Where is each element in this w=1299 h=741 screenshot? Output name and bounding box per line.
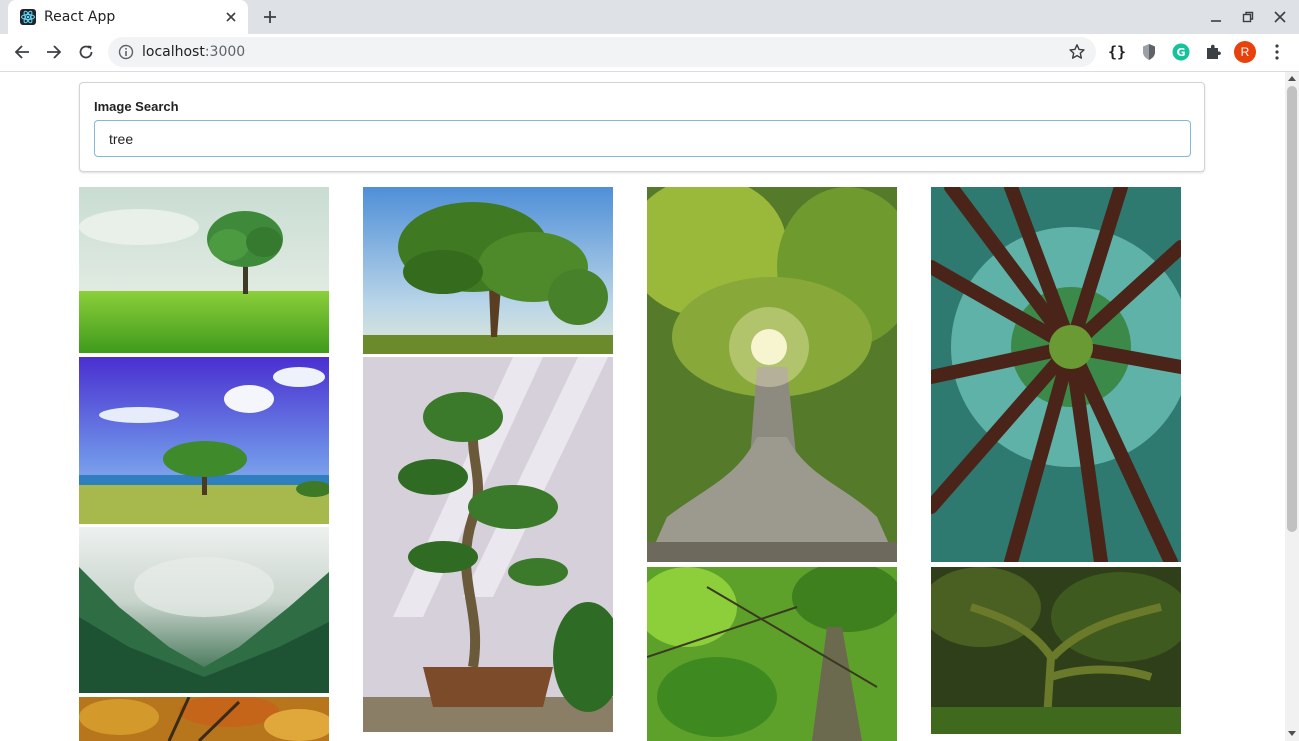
- svg-text:G: G: [1176, 46, 1185, 59]
- close-icon[interactable]: [1271, 8, 1289, 26]
- bonsai-tree-image: [363, 357, 613, 732]
- result-image[interactable]: [931, 187, 1181, 562]
- tab-title: React App: [44, 9, 116, 25]
- scrollbar-thumb[interactable]: [1287, 86, 1297, 532]
- shield-icon[interactable]: [1139, 42, 1159, 62]
- plus-icon[interactable]: [258, 6, 282, 28]
- green-leaves-trunk-image: [647, 567, 897, 741]
- result-image[interactable]: [79, 357, 329, 524]
- kebab-menu-icon[interactable]: [1268, 42, 1286, 62]
- braces-icon[interactable]: {}: [1107, 42, 1127, 62]
- search-input[interactable]: [94, 120, 1191, 157]
- svg-text:{}: {}: [1108, 43, 1126, 61]
- autumn-foliage-image: [79, 697, 329, 741]
- arrow-left-icon[interactable]: [10, 40, 34, 64]
- spreading-tree-image: [363, 187, 613, 354]
- puzzle-icon[interactable]: [1203, 42, 1223, 62]
- mossy-forest-tree-image: [931, 567, 1181, 734]
- giant-tree-roots-image: [647, 187, 897, 562]
- result-image[interactable]: [363, 357, 613, 732]
- grammarly-icon[interactable]: G: [1171, 42, 1191, 62]
- result-image[interactable]: [79, 187, 329, 353]
- search-label: Image Search: [94, 99, 179, 114]
- url-host: localhost: [142, 44, 205, 60]
- page-viewport: Image Search: [0, 72, 1285, 741]
- result-image[interactable]: [647, 187, 897, 562]
- result-image[interactable]: [79, 697, 329, 741]
- result-image[interactable]: [931, 567, 1181, 734]
- result-image[interactable]: [363, 187, 613, 354]
- restore-icon[interactable]: [1239, 8, 1257, 26]
- reload-icon[interactable]: [74, 40, 98, 64]
- close-icon[interactable]: [220, 6, 242, 28]
- scroll-down-icon[interactable]: [1288, 731, 1296, 736]
- arrow-right-icon[interactable]: [42, 40, 66, 64]
- star-icon[interactable]: [1068, 43, 1086, 61]
- info-icon[interactable]: [118, 44, 134, 60]
- lone-tree-field-image: [79, 187, 329, 353]
- react-icon: [20, 9, 36, 25]
- misty-forest-image: [79, 527, 329, 693]
- tab-strip: React App: [0, 0, 1299, 34]
- beach-tree-image: [79, 357, 329, 524]
- search-card: Image Search: [79, 82, 1205, 172]
- url-text: localhost:3000: [142, 44, 245, 60]
- url-port: :3000: [204, 44, 246, 60]
- redwood-canopy-image: [931, 187, 1181, 562]
- minimize-icon[interactable]: [1207, 8, 1225, 26]
- browser-tab[interactable]: React App: [8, 0, 248, 34]
- browser-toolbar: localhost:3000 {} G: [0, 34, 1299, 72]
- result-image[interactable]: [79, 527, 329, 693]
- address-bar[interactable]: localhost:3000: [108, 37, 1096, 67]
- avatar[interactable]: R: [1234, 41, 1256, 63]
- scroll-up-icon[interactable]: [1288, 76, 1296, 81]
- result-image[interactable]: [647, 567, 897, 741]
